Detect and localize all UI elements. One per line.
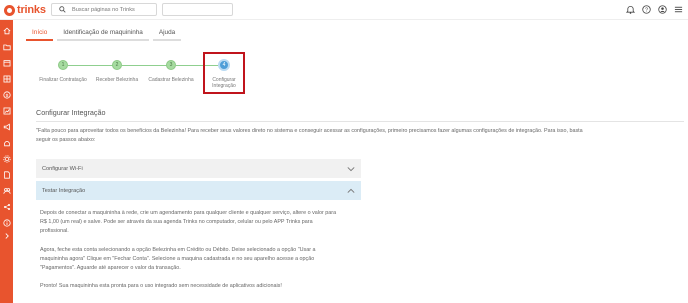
sidebar: $ <box>0 20 13 303</box>
accordion-label: Testar Integração <box>42 187 86 194</box>
gear-icon[interactable] <box>2 154 11 163</box>
top-bar: trinks Buscar páginas no Trinks ? <box>0 0 688 20</box>
menu-icon[interactable] <box>672 3 684 15</box>
file-icon[interactable] <box>2 170 11 179</box>
svg-text:?: ? <box>645 7 648 13</box>
step-1-circle[interactable]: 1 <box>58 60 68 70</box>
dollar-icon[interactable]: $ <box>2 90 11 99</box>
accordion-testar-integracao[interactable]: Testar Integração <box>36 181 361 200</box>
search-input[interactable]: Buscar páginas no Trinks <box>51 3 157 16</box>
chevron-up-icon <box>346 186 355 195</box>
step-4-circle[interactable]: 4 <box>218 59 230 71</box>
intro-text: "Falta pouco para aproveitar todos os be… <box>36 128 583 143</box>
calendar-icon[interactable] <box>2 58 11 67</box>
step-connector <box>68 65 114 66</box>
progress-stepper: 1 Finalizar Contratação 2 Receber Belezi… <box>30 51 260 95</box>
logo-text: trinks <box>17 4 46 16</box>
step-4-label-line2: Integração <box>212 83 236 89</box>
search-placeholder: Buscar páginas no Trinks <box>72 6 135 13</box>
home-icon[interactable] <box>2 26 11 35</box>
logo-mark-icon <box>4 4 15 16</box>
step-4-label: Configurar Integração <box>204 77 244 89</box>
user-icon[interactable] <box>656 3 668 15</box>
search-icon <box>56 4 69 15</box>
instruction-paragraph-2: Agora, feche esta conta selecionando a o… <box>40 247 316 271</box>
tab-inicio[interactable]: Início <box>26 27 54 41</box>
tab-ajuda[interactable]: Ajuda <box>152 27 182 41</box>
step-2-circle[interactable]: 2 <box>112 60 122 70</box>
step-3-label: Cadastrar Belezinha <box>148 77 194 83</box>
tab-bar: Início Identificação de maquininha Ajuda <box>26 27 182 41</box>
step-2-label: Receber Belezinha <box>95 77 139 83</box>
tab-identificacao-maquininha[interactable]: Identificação de maquininha <box>57 27 149 41</box>
share-icon[interactable] <box>2 202 11 211</box>
svg-text:$: $ <box>5 92 8 98</box>
accordion-configurar-wifi[interactable]: Configurar Wi-Fi <box>36 159 361 178</box>
folder-icon[interactable] <box>2 42 11 51</box>
expand-icon[interactable] <box>2 231 11 240</box>
step-3-circle[interactable]: 3 <box>166 60 176 70</box>
step-connector <box>122 65 168 66</box>
bell-icon[interactable] <box>624 3 636 15</box>
info-icon[interactable] <box>2 218 11 227</box>
accordion-label: Configurar Wi-Fi <box>42 165 83 172</box>
chevron-down-icon <box>346 164 355 173</box>
hand-icon[interactable] <box>2 138 11 147</box>
instruction-paragraph-3: Pronto! Sua maquininha esta pronta para … <box>40 283 282 289</box>
page-title: Configurar Integração <box>36 108 106 117</box>
secondary-input[interactable] <box>162 3 233 16</box>
users-icon[interactable] <box>2 186 11 195</box>
chart-icon[interactable] <box>2 106 11 115</box>
instruction-paragraph-1: Depois de conectar a maquininha à rede, … <box>40 210 337 234</box>
table-icon[interactable] <box>2 74 11 83</box>
section-divider <box>36 121 684 122</box>
megaphone-icon[interactable] <box>2 122 11 131</box>
help-icon[interactable]: ? <box>640 3 652 15</box>
trinks-logo[interactable]: trinks <box>4 3 46 17</box>
